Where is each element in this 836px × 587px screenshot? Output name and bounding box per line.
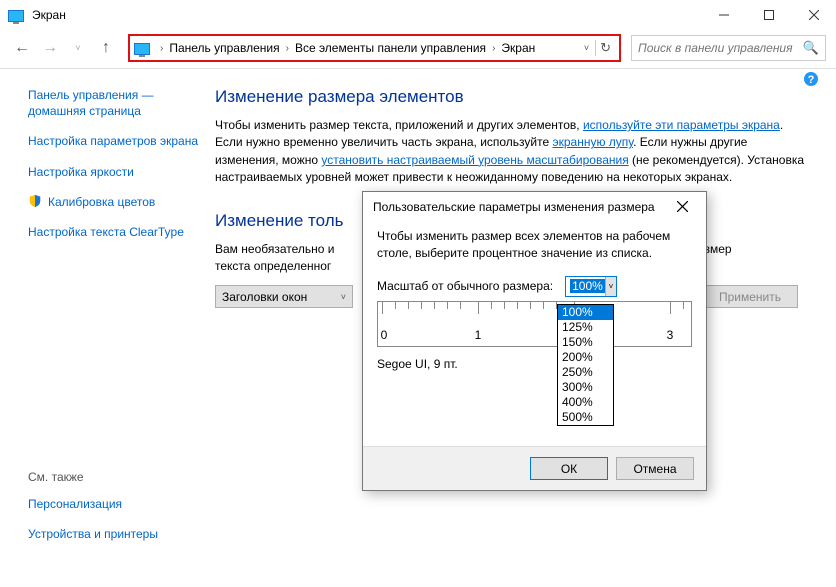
sidebar-item-params[interactable]: Настройка параметров экрана [28,133,203,149]
chevron-right-icon: › [160,43,163,54]
close-icon [809,10,819,20]
description: Чтобы изменить размер текста, приложений… [215,117,806,187]
sidebar-see-personalization[interactable]: Персонализация [28,496,203,512]
crumb-2[interactable]: Все элементы панели управления [295,41,486,55]
up-button[interactable]: ↑ [94,36,118,60]
ruler-label: 1 [475,328,482,342]
chevron-right-icon: › [492,43,495,54]
combo-label: Заголовки окон [222,290,307,304]
dialog-body: Чтобы изменить размер всех элементов на … [363,222,706,377]
see-also-heading: См. также [28,470,203,484]
refresh-button[interactable]: ↻ [595,40,615,56]
scale-option[interactable]: 100% [558,305,613,320]
page-title: Изменение размера элементов [215,87,806,107]
close-button[interactable] [791,0,836,30]
minimize-icon [719,10,729,20]
dialog-desc: Чтобы изменить размер всех элементов на … [377,228,692,262]
link-display-params[interactable]: используйте эти параметры экрана [583,118,780,132]
crumb-3[interactable]: Экран [501,41,535,55]
ok-button[interactable]: ОК [530,457,608,480]
cancel-button[interactable]: Отмена [616,457,694,480]
close-icon [677,201,688,212]
nav-row: ← → ˅ ↑ › Панель управления › Все элемен… [0,30,836,66]
ruler-label: 0 [381,328,388,342]
breadcrumb[interactable]: › Панель управления › Все элементы панел… [128,34,621,62]
scale-label: Масштаб от обычного размера: [377,279,553,293]
scale-option[interactable]: 500% [558,410,613,425]
minimize-button[interactable] [701,0,746,30]
dialog-footer: ОК Отмена [363,446,706,490]
chevron-down-icon: ˅ [605,277,616,296]
titlebar: Экран [0,0,836,30]
ruler-label: 3 [667,328,674,342]
sidebar-item-label: Калибровка цветов [48,194,155,210]
sidebar-item-color[interactable]: Калибровка цветов [28,194,203,210]
scale-option[interactable]: 150% [558,335,613,350]
sidebar-item-brightness[interactable]: Настройка яркости [28,164,203,180]
sidebar: Панель управления — домашняя страница На… [0,87,215,557]
link-custom-scale[interactable]: установить настраиваемый уровень масштаб… [321,153,628,167]
search-input[interactable] [638,41,803,55]
scale-select[interactable]: 100% ˅ [565,276,617,297]
scale-option[interactable]: 250% [558,365,613,380]
dialog-close-button[interactable] [669,195,696,219]
scale-value: 100% [570,279,605,293]
svg-text:?: ? [808,74,815,86]
monitor-icon [134,40,150,56]
dialog-titlebar: Пользовательские параметры изменения раз… [363,192,706,222]
window-controls [701,0,836,30]
window-title: Экран [32,8,66,22]
sidebar-see-devices[interactable]: Устройства и принтеры [28,526,203,542]
link-magnifier[interactable]: экранную лупу [553,135,634,149]
search-icon[interactable]: 🔍 [803,40,819,56]
scale-dropdown-list[interactable]: 100% 125% 150% 200% 250% 300% 400% 500% [557,304,614,426]
shield-icon [28,194,42,208]
sidebar-item-cleartype[interactable]: Настройка текста ClearType [28,224,203,240]
scale-option[interactable]: 200% [558,350,613,365]
apply-button[interactable]: Применить [702,285,798,308]
ruler[interactable]: 0 1 3 [377,301,692,347]
sidebar-home-link[interactable]: Панель управления — домашняя страница [28,87,203,119]
search-box[interactable]: 🔍 [631,35,826,61]
monitor-icon [8,7,24,23]
scale-row: Масштаб от обычного размера: 100% ˅ [377,276,692,297]
crumb-1[interactable]: Панель управления [169,41,279,55]
scale-option[interactable]: 125% [558,320,613,335]
custom-scale-dialog: Пользовательские параметры изменения раз… [362,191,707,491]
chevron-down-icon: ˅ [341,292,346,302]
forward-button[interactable]: → [38,36,62,60]
dialog-title: Пользовательские параметры изменения раз… [373,200,655,214]
recent-dropdown[interactable]: ˅ [66,36,90,60]
font-sample: Segoe UI, 9 пт. [377,357,692,371]
scale-option[interactable]: 300% [558,380,613,395]
maximize-icon [764,10,774,20]
maximize-button[interactable] [746,0,791,30]
help-icon[interactable]: ? [800,68,822,90]
back-button[interactable]: ← [10,36,34,60]
chevron-right-icon: › [286,43,289,54]
scale-option[interactable]: 400% [558,395,613,410]
chevron-down-icon[interactable]: ˅ [578,43,595,53]
text-element-combo[interactable]: Заголовки окон ˅ [215,285,353,308]
